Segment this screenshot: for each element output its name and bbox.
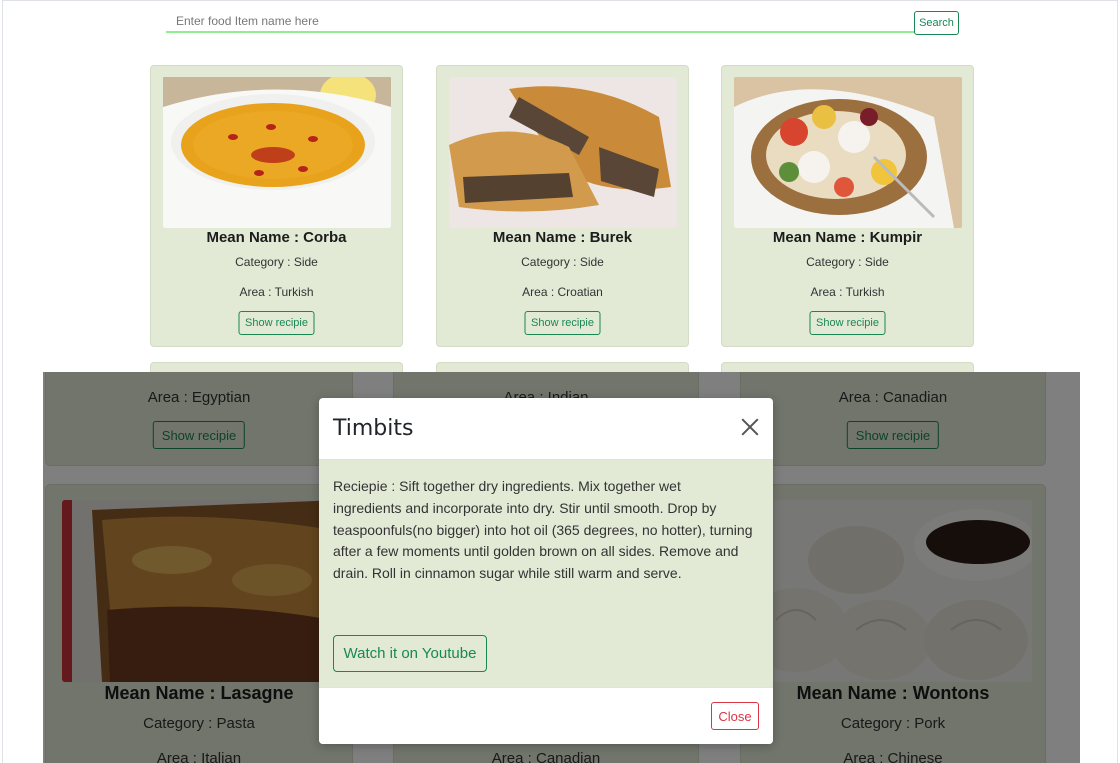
recipe-modal: Timbits Reciepie : Sift together dry ing… — [319, 398, 773, 744]
card-top-edge — [721, 362, 974, 372]
search-bar: Search — [166, 11, 960, 35]
search-button[interactable]: Search — [914, 11, 959, 35]
meal-area: Area : Turkish — [239, 285, 314, 299]
corba-soup-photo — [163, 77, 391, 228]
meal-area: Area : Croatian — [522, 285, 603, 299]
meal-area: Area : Turkish — [810, 285, 885, 299]
meal-name: Mean Name : Corba — [206, 229, 347, 246]
search-input[interactable] — [166, 11, 914, 33]
watch-youtube-button[interactable]: Watch it on Youtube — [333, 635, 487, 672]
meal-name: Mean Name : Burek — [492, 229, 633, 246]
meal-card-burek: Mean Name : Burek Category : Side Area :… — [436, 65, 689, 347]
card-top-edge — [436, 362, 689, 372]
meal-name: Mean Name : Kumpir — [772, 229, 923, 246]
close-button[interactable]: Close — [711, 702, 759, 730]
modal-body: Reciepie : Sift together dry ingredients… — [319, 460, 773, 687]
burek-pastry-photo — [449, 77, 677, 228]
meal-category: Category : Side — [235, 255, 318, 269]
meal-category: Category : Side — [806, 255, 889, 269]
meal-category: Category : Side — [521, 255, 604, 269]
modal-header: Timbits — [319, 398, 773, 460]
show-recipe-button[interactable]: Show recipie — [809, 311, 886, 335]
close-icon[interactable] — [739, 416, 761, 438]
meal-card-corba: Mean Name : Corba Category : Side Area :… — [150, 65, 403, 347]
meal-card-kumpir: Mean Name : Kumpir Category : Side Area … — [721, 65, 974, 347]
show-recipe-button[interactable]: Show recipie — [238, 311, 315, 335]
recipe-instructions: Reciepie : Sift together dry ingredients… — [333, 478, 753, 582]
card-top-edge — [150, 362, 403, 372]
show-recipe-button[interactable]: Show recipie — [524, 311, 601, 335]
modal-title: Timbits — [333, 416, 414, 441]
kumpir-potato-photo — [734, 77, 962, 228]
modal-footer: Close — [319, 687, 773, 744]
